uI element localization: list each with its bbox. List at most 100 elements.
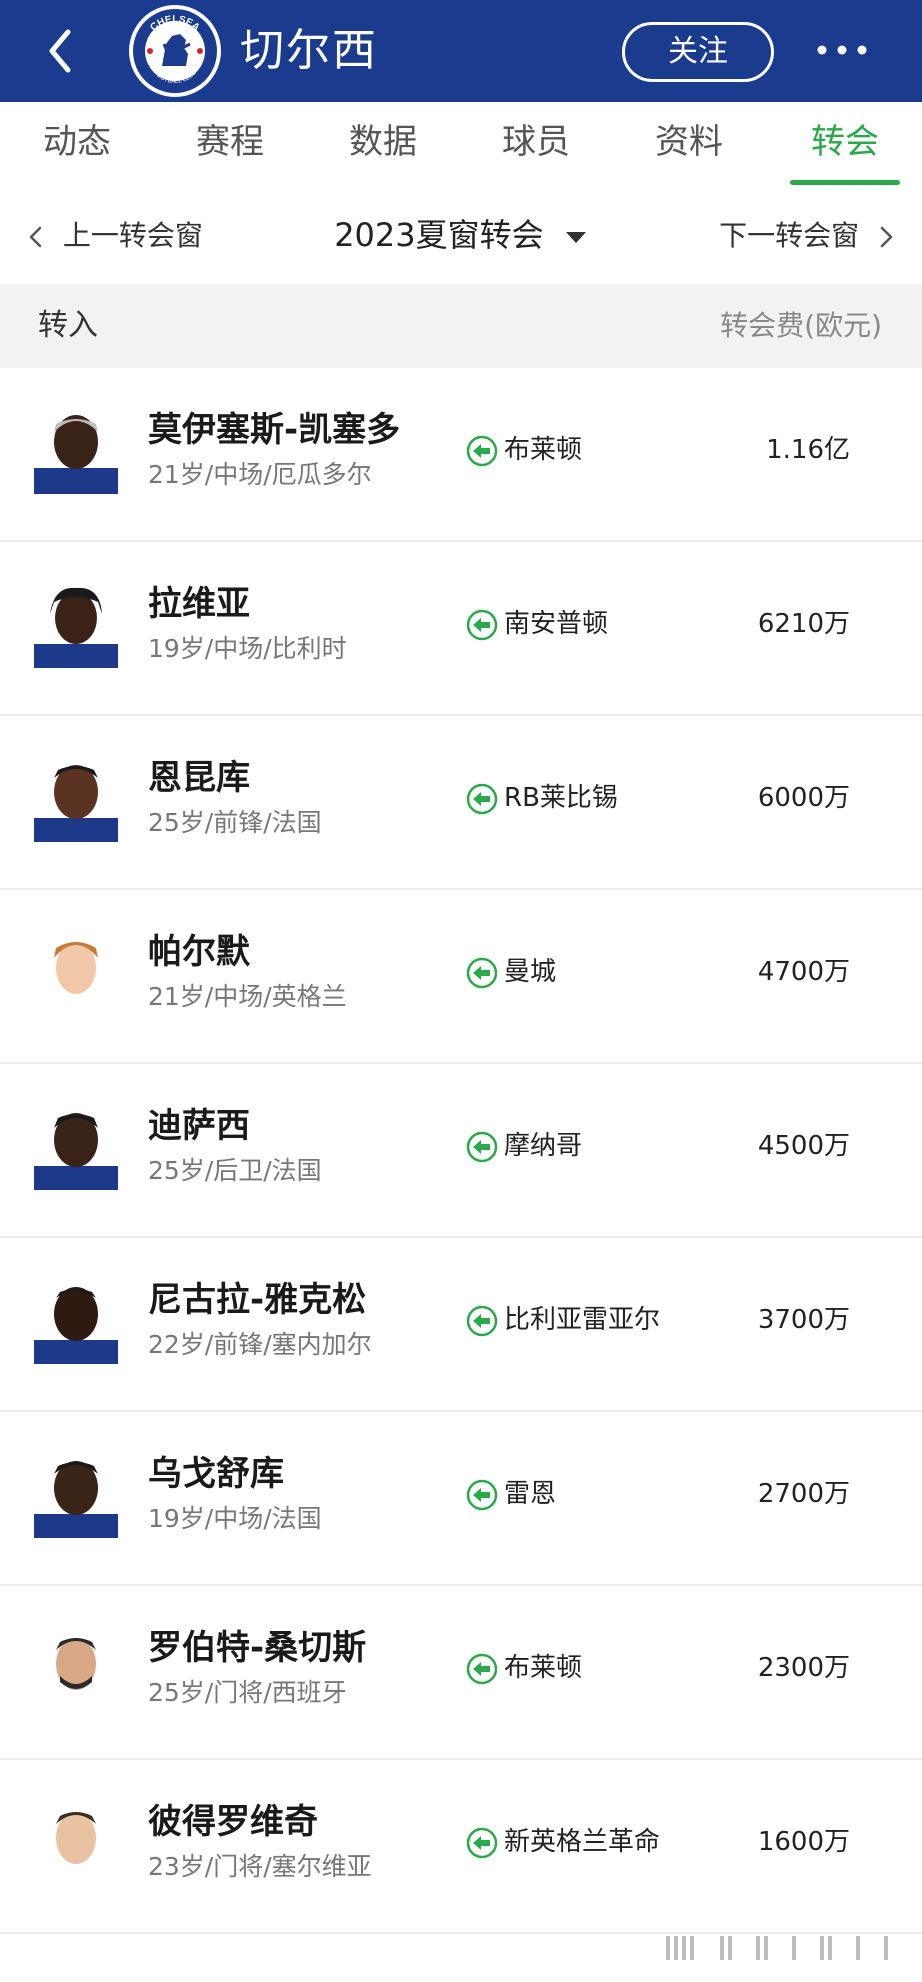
transfer-fee: 6210万	[757, 609, 850, 639]
player-photo-icon	[34, 1812, 118, 1886]
player-meta: 22岁/前锋/塞内加尔	[148, 1330, 372, 1359]
section-header: 转入 转会费(欧元)	[0, 284, 922, 368]
arrow-in-icon	[466, 609, 498, 641]
arrow-in-icon	[466, 1653, 498, 1685]
player-photo-icon	[34, 765, 118, 842]
transfer-fee: 2300万	[757, 1653, 850, 1683]
top-header: CHELSEA FOOTBALL CLUB 切尔西 关注	[0, 0, 922, 102]
player-meta: 19岁/中场/比利时	[148, 634, 347, 663]
page-title: 切尔西	[240, 25, 378, 76]
player-meta: 21岁/中场/厄瓜多尔	[148, 460, 372, 489]
transfer-fee: 4500万	[757, 1131, 850, 1161]
arrow-in-icon	[466, 1131, 498, 1163]
player-photo-icon	[34, 942, 118, 1016]
player-meta: 25岁/前锋/法国	[148, 808, 322, 837]
player-photo-icon	[34, 1287, 118, 1364]
transfer-row[interactable]: 拉维亚 19岁/中场/比利时 南安普顿 6210万	[0, 542, 922, 716]
more-dots-icon	[817, 45, 867, 55]
player-avatar	[34, 1626, 118, 1712]
from-club: 布莱顿	[504, 1653, 583, 1683]
transfer-row[interactable]: 莫伊塞斯-凯塞多 21岁/中场/厄瓜多尔 布莱顿 1.16亿	[0, 368, 922, 542]
tab-info[interactable]: 资料	[624, 120, 754, 164]
player-meta: 19岁/中场/法国	[148, 1504, 322, 1533]
player-name: 拉维亚	[148, 584, 250, 624]
player-avatar	[34, 408, 118, 494]
player-meta: 23岁/门将/塞尔维亚	[148, 1852, 372, 1881]
current-window-selector[interactable]: 2023夏窗转会	[334, 212, 588, 258]
transfer-fee: 3700万	[757, 1305, 850, 1335]
transfer-fee: 6000万	[757, 783, 850, 813]
chevron-left-icon	[49, 29, 71, 73]
player-name: 迪萨西	[148, 1106, 250, 1146]
player-photo-icon	[34, 1461, 118, 1538]
arrow-in-icon	[466, 957, 498, 989]
next-window-button[interactable]: 下一转会窗	[719, 216, 896, 256]
chevron-right-icon	[880, 226, 893, 248]
from-club: 曼城	[504, 957, 557, 987]
current-window-label: 2023夏窗转会	[334, 216, 544, 254]
from-club: RB莱比锡	[504, 783, 618, 813]
player-meta: 21岁/中场/英格兰	[148, 982, 347, 1011]
player-name: 尼古拉-雅克松	[148, 1280, 367, 1320]
arrow-in-icon	[466, 435, 498, 467]
player-name: 莫伊塞斯-凯塞多	[148, 410, 401, 450]
player-avatar	[34, 582, 118, 668]
transfer-row[interactable]: 罗伯特-桑切斯 25岁/门将/西班牙 布莱顿 2300万	[0, 1586, 922, 1760]
player-photo-icon	[34, 1638, 118, 1712]
from-club: 布莱顿	[504, 435, 583, 465]
player-name: 罗伯特-桑切斯	[148, 1628, 367, 1668]
follow-button[interactable]: 关注	[622, 22, 774, 82]
tab-schedule[interactable]: 赛程	[165, 120, 295, 164]
player-name: 帕尔默	[148, 932, 250, 972]
player-photo-icon	[34, 415, 118, 494]
transfer-row[interactable]: 彼得罗维奇 23岁/门将/塞尔维亚 新英格兰革命 1600万	[0, 1760, 922, 1934]
player-avatar	[34, 930, 118, 1016]
player-meta: 25岁/门将/西班牙	[148, 1678, 347, 1707]
from-club: 雷恩	[504, 1479, 557, 1509]
transfer-fee: 4700万	[757, 957, 850, 987]
player-avatar	[34, 1104, 118, 1190]
club-logo: CHELSEA FOOTBALL CLUB	[128, 4, 222, 98]
transfer-fee: 1600万	[757, 1827, 850, 1857]
arrow-in-icon	[466, 1305, 498, 1337]
arrow-in-icon	[466, 1479, 498, 1511]
transfer-window-nav: 上一转会窗 2023夏窗转会 下一转会窗	[0, 188, 922, 284]
player-photo-icon	[34, 587, 118, 668]
caret-down-icon	[565, 232, 586, 243]
transfer-fee: 1.16亿	[766, 435, 850, 465]
player-name: 恩昆库	[148, 758, 250, 798]
transfer-list: 莫伊塞斯-凯塞多 21岁/中场/厄瓜多尔 布莱顿 1.16亿 拉维亚 19岁/中…	[0, 368, 922, 1934]
from-club: 比利亚雷亚尔	[504, 1305, 661, 1335]
fee-column-header: 转会费(欧元)	[720, 309, 882, 342]
player-avatar	[34, 1800, 118, 1886]
tab-stats[interactable]: 数据	[318, 120, 448, 164]
transfer-row[interactable]: 尼古拉-雅克松 22岁/前锋/塞内加尔 比利亚雷亚尔 3700万	[0, 1238, 922, 1412]
transfer-row[interactable]: 乌戈舒库 19岁/中场/法国 雷恩 2700万	[0, 1412, 922, 1586]
watermark-bars-icon	[666, 1936, 888, 1960]
player-name: 乌戈舒库	[148, 1454, 284, 1494]
from-club: 摩纳哥	[504, 1131, 583, 1161]
arrow-in-icon	[466, 783, 498, 815]
from-club: 新英格兰革命	[504, 1827, 661, 1857]
tab-bar: 动态 赛程 数据 球员 资料 转会	[0, 102, 922, 188]
player-avatar	[34, 756, 118, 842]
next-window-label: 下一转会窗	[719, 219, 860, 252]
player-name: 彼得罗维奇	[148, 1802, 318, 1842]
tab-transfers[interactable]: 转会	[780, 120, 910, 164]
tab-feed[interactable]: 动态	[12, 120, 142, 164]
transfer-row[interactable]: 迪萨西 25岁/后卫/法国 摩纳哥 4500万	[0, 1064, 922, 1238]
transfer-row[interactable]: 恩昆库 25岁/前锋/法国 RB莱比锡 6000万	[0, 716, 922, 890]
player-avatar	[34, 1452, 118, 1538]
player-meta: 25岁/后卫/法国	[148, 1156, 322, 1185]
from-club: 南安普顿	[504, 609, 609, 639]
player-photo-icon	[34, 1113, 118, 1190]
active-tab-indicator	[790, 180, 900, 185]
transfer-row[interactable]: 帕尔默 21岁/中场/英格兰 曼城 4700万	[0, 890, 922, 1064]
section-title-incoming: 转入	[38, 308, 98, 343]
tab-players[interactable]: 球员	[471, 120, 601, 164]
chelsea-crest-icon: CHELSEA FOOTBALL CLUB	[129, 5, 221, 97]
back-button[interactable]	[40, 22, 80, 80]
more-options-button[interactable]	[812, 28, 872, 72]
player-avatar	[34, 1278, 118, 1364]
arrow-in-icon	[466, 1827, 498, 1859]
